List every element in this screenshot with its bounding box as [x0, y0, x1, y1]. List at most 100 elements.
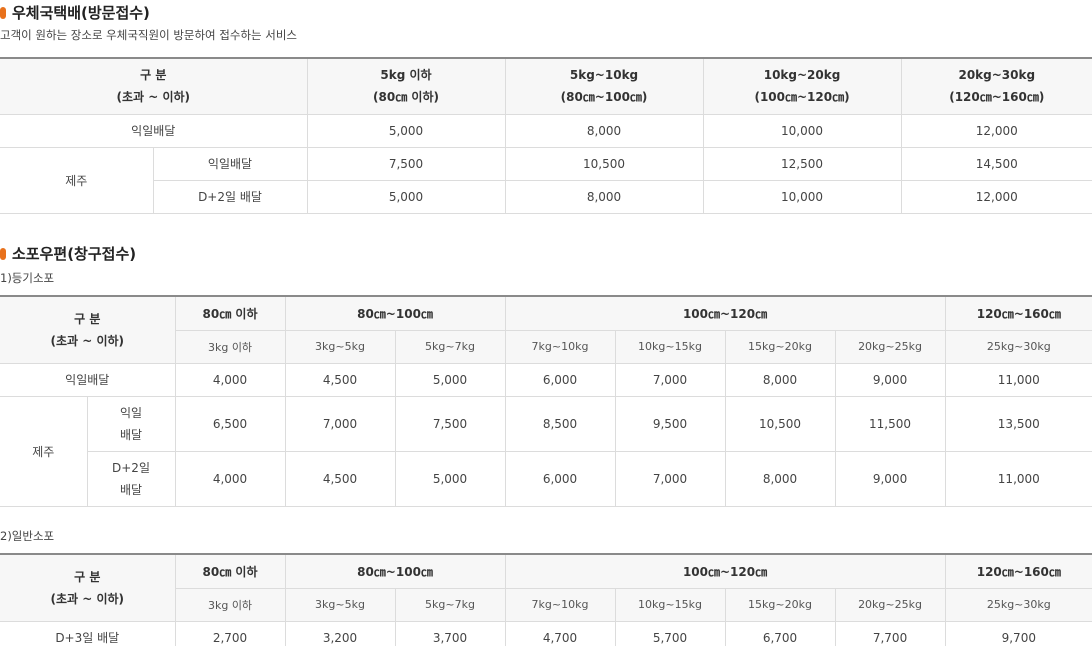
price-cell: 7,700: [834, 620, 946, 646]
size-group-header: 120㎝~160㎝: [944, 295, 1092, 331]
sub1-title: 1)등기소포: [0, 271, 55, 285]
row-label-jeju: 제주: [0, 146, 154, 214]
section1-description: 고객이 원하는 장소로 우체국직원이 방문하여 접수하는 서비스: [0, 28, 298, 42]
price-cell: 10,000: [702, 179, 902, 214]
bullet-icon: [0, 247, 6, 260]
price-cell: 7,000: [614, 450, 726, 507]
table-row: D+3일 배달 2,700 3,200 3,700 4,700 5,700 6,…: [0, 620, 1092, 646]
row-sublabel-top: D+2일: [112, 460, 150, 475]
sub2-title: 2)일반소포: [0, 529, 55, 543]
category-header-bottom: (초과 ~ 이하): [50, 591, 125, 606]
category-header-top: 구 분: [74, 311, 101, 326]
size-group-header: 80㎝ 이하: [174, 553, 286, 589]
price-cell: 8,000: [504, 113, 704, 148]
price-cell: 5,700: [614, 620, 726, 646]
price-cell: 4,000: [174, 450, 286, 507]
table-row: 제주 익일 배달 6,500 7,000 7,500 8,500 9,500 1…: [0, 395, 1092, 507]
row-sublabel-top: 익일: [119, 405, 143, 420]
weight-header: 10kg~15kg: [614, 329, 726, 364]
table-header-row: 구 분 (초과 ~ 이하) 5kg 이하 (80㎝ 이하) 5kg~10kg (…: [0, 57, 1092, 115]
price-cell: 8,000: [724, 362, 836, 397]
weight-header: 25kg~30kg: [944, 587, 1092, 622]
size-group-header: 80㎝~100㎝: [284, 295, 506, 331]
price-cell: 7,500: [306, 146, 506, 181]
row-sublabel: 익일배달: [152, 146, 308, 181]
price-cell: 9,700: [944, 620, 1092, 646]
size-group-header: 80㎝ 이하: [174, 295, 286, 331]
bullet-icon: [0, 6, 6, 19]
col-header-top: 5kg 이하: [380, 68, 432, 83]
section1-title-text: 우체국택배(방문접수): [12, 4, 150, 22]
col-header-bottom: (80㎝ 이하): [373, 90, 439, 105]
table-row: 제주 익일배달 7,500 10,500 12,500 14,500: [0, 146, 1092, 214]
row-label: D+3일 배달: [0, 620, 176, 646]
weight-header: 5kg~7kg: [394, 329, 506, 364]
price-cell: 6,000: [504, 362, 616, 397]
price-cell: 5,000: [306, 179, 506, 214]
price-cell: 8,500: [504, 395, 616, 452]
price-cell: 9,500: [614, 395, 726, 452]
table-row: 익일배달 5,000 8,000 10,000 12,000: [0, 113, 1092, 148]
table-row: 익일배달 4,000 4,500 5,000 6,000 7,000 8,000…: [0, 362, 1092, 397]
price-cell: 10,000: [702, 113, 902, 148]
table-row: D+2일 배달 4,000 4,500 5,000 6,000 7,000 8,…: [0, 450, 1092, 507]
row-label-jeju: 제주: [0, 395, 88, 507]
price-cell: 2,700: [174, 620, 286, 646]
row-sublabel-bottom: 배달: [119, 427, 143, 442]
weight-header: 15kg~20kg: [724, 587, 836, 622]
price-cell: 11,000: [944, 362, 1092, 397]
price-cell: 12,500: [702, 146, 902, 181]
price-cell: 6,500: [174, 395, 286, 452]
size-group-header: 100㎝~120㎝: [504, 295, 946, 331]
weight-header: 3kg~5kg: [284, 329, 396, 364]
price-cell: 4,500: [284, 450, 396, 507]
weight-header: 7kg~10kg: [504, 329, 616, 364]
row-label: 익일배달: [0, 113, 308, 148]
row-sublabel-bottom: 배달: [119, 482, 143, 497]
price-cell: 6,700: [724, 620, 836, 646]
table-header-row: 구 분 (초과 ~ 이하) 80㎝ 이하 80㎝~100㎝ 100㎝~120㎝ …: [0, 295, 1092, 364]
table-header-row: 구 분 (초과 ~ 이하) 80㎝ 이하 80㎝~100㎝ 100㎝~120㎝ …: [0, 553, 1092, 622]
size-group-header: 120㎝~160㎝: [944, 553, 1092, 589]
price-cell: 7,000: [284, 395, 396, 452]
price-cell: 12,000: [900, 113, 1092, 148]
col-header: 5kg 이하 (80㎝ 이하): [306, 57, 506, 115]
col-header: 10kg~20kg (100㎝~120㎝): [702, 57, 902, 115]
weight-header: 3kg~5kg: [284, 587, 396, 622]
weight-header: 15kg~20kg: [724, 329, 836, 364]
section2-title-text: 소포우편(창구접수): [12, 245, 137, 263]
category-header: 구 분 (초과 ~ 이하): [0, 57, 308, 115]
price-cell: 4,500: [284, 362, 396, 397]
price-cell: 3,200: [284, 620, 396, 646]
col-header-bottom: (120㎝~160㎝): [949, 90, 1045, 105]
price-cell: 7,000: [614, 362, 726, 397]
category-header-top: 구 분: [140, 68, 167, 83]
section2-title: 소포우편(창구접수): [0, 243, 136, 264]
price-cell: 9,000: [834, 362, 946, 397]
row-sublabel: D+2일 배달: [87, 450, 176, 507]
weight-header: 3kg 이하: [175, 329, 286, 364]
price-cell: 6,000: [504, 450, 616, 507]
col-header-top: 20kg~30kg: [958, 68, 1036, 83]
price-cell: 5,000: [394, 362, 506, 397]
size-group-header: 80㎝~100㎝: [284, 553, 506, 589]
weight-header: 20kg~25kg: [834, 587, 946, 622]
category-header-bottom: (초과 ~ 이하): [50, 333, 125, 348]
price-cell: 8,000: [724, 450, 836, 507]
price-cell: 4,700: [504, 620, 616, 646]
col-header-bottom: (80㎝~100㎝): [560, 90, 648, 105]
price-cell: 10,500: [504, 146, 704, 181]
category-header-bottom: (초과 ~ 이하): [116, 90, 191, 105]
weight-header: 25kg~30kg: [944, 329, 1092, 364]
section1-title: 우체국택배(방문접수): [0, 2, 150, 23]
weight-header: 7kg~10kg: [504, 587, 616, 622]
price-cell: 5,000: [306, 113, 506, 148]
weight-header: 3kg 이하: [175, 587, 286, 622]
regular-parcel-table: 구 분 (초과 ~ 이하) 80㎝ 이하 80㎝~100㎝ 100㎝~120㎝ …: [0, 553, 1092, 646]
price-cell: 8,000: [504, 179, 704, 214]
price-cell: 13,500: [944, 395, 1092, 452]
price-cell: 10,500: [724, 395, 836, 452]
size-group-header: 100㎝~120㎝: [504, 553, 946, 589]
price-cell: 9,000: [834, 450, 946, 507]
col-header-bottom: (100㎝~120㎝): [754, 90, 850, 105]
